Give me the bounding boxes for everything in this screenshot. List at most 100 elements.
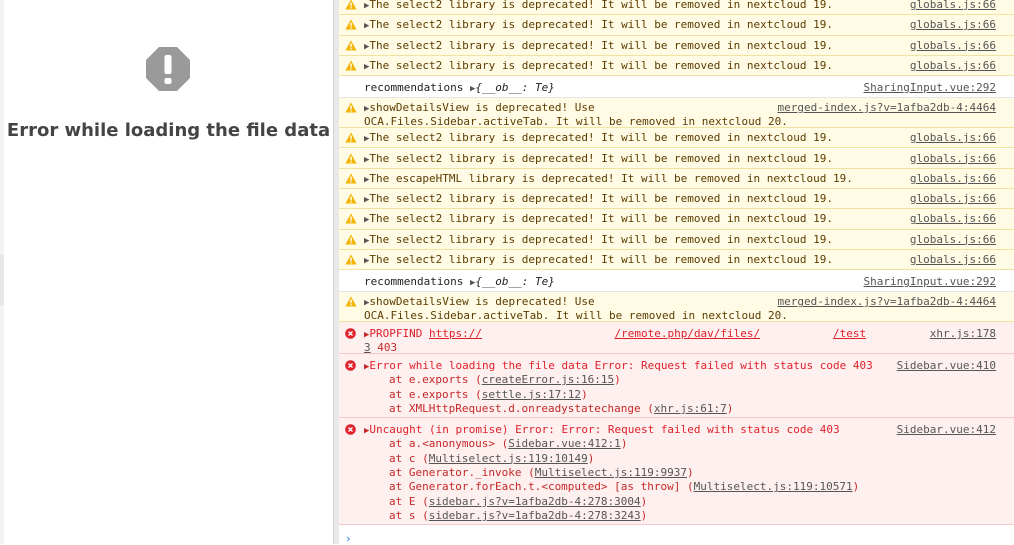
stack-frame-end: ) — [687, 466, 694, 480]
stack-frame-end: ) — [726, 402, 734, 416]
error-circle-icon — [345, 360, 356, 372]
warning-triangle-icon — [345, 254, 357, 265]
console-message: ▶Uncaught (in promise) Error: Error: Req… — [364, 423, 840, 438]
stack-frame-link[interactable]: createError.js:16:15 — [482, 373, 614, 386]
message-text: The select2 library is deprecated! It wi… — [369, 18, 834, 32]
message-text: showDetailsView is deprecated! Use — [369, 295, 595, 309]
file-sidebar-panel: Error while loading the file data — [0, 0, 333, 544]
stack-frame-end: ) — [620, 437, 628, 451]
stack-frame-text: at a.<anonymous> ( — [389, 437, 509, 451]
source-link[interactable]: globals.js:66 — [910, 59, 996, 73]
stack-frame-link[interactable]: sidebar.js?v=1afba2db-4:278:3004 — [429, 495, 641, 508]
stack-frame-end: ) — [852, 480, 860, 494]
stack-frame-end: ) — [581, 387, 588, 401]
console-warning-row: ▶The select2 library is deprecated! It w… — [339, 189, 1014, 210]
warning-triangle-icon — [345, 173, 357, 184]
message-text: The escapeHTML library is deprecated! It… — [369, 171, 853, 185]
log-label: recommendations — [364, 81, 470, 95]
source-link[interactable]: globals.js:66 — [910, 131, 996, 145]
console-prompt[interactable]: › — [339, 532, 1014, 545]
stack-frame-end: ) — [587, 451, 595, 465]
warning-triangle-icon — [345, 193, 357, 204]
console-message: ▶The select2 library is deprecated! It w… — [364, 18, 833, 33]
message-text: The select2 library is deprecated! It wi… — [369, 232, 834, 246]
source-link-continuation[interactable]: 3 — [364, 341, 371, 354]
source-link[interactable]: globals.js:66 — [910, 212, 996, 226]
source-link[interactable]: Sidebar.vue:412 — [897, 423, 996, 437]
stack-frame: at Generator.forEach.t.<computed> [as th… — [389, 480, 859, 494]
stack-frame-text: at c ( — [389, 451, 429, 465]
message-text: The select2 library is deprecated! It wi… — [369, 151, 834, 165]
http-method: PROPFIND — [369, 327, 430, 341]
console-log-row: recommendations ▶{__ob__: Te} SharingInpu… — [339, 76, 1014, 99]
source-link[interactable]: globals.js:66 — [910, 0, 996, 12]
source-link[interactable]: xhr.js:178 — [930, 327, 996, 341]
warning-triangle-icon — [345, 132, 357, 143]
status-line: 3 403 — [364, 341, 397, 355]
request-url-start[interactable]: https:// — [429, 327, 482, 340]
console-warning-row: ▶The select2 library is deprecated! It w… — [339, 55, 1014, 77]
prompt-caret-icon: › — [345, 532, 352, 545]
message-text: The select2 library is deprecated! It wi… — [369, 253, 834, 266]
source-link[interactable]: SharingInput.vue:292 — [864, 275, 996, 289]
console-error-row: ▶Uncaught (in promise) Error: Error: Req… — [339, 418, 1014, 526]
message-text: The select2 library is deprecated! It wi… — [369, 131, 834, 145]
object-preview[interactable]: {__ob__: Te} — [475, 81, 554, 94]
stack-frame: at a.<anonymous> (Sidebar.vue:412:1) — [389, 437, 627, 451]
stack-frame-end: ) — [640, 509, 648, 523]
stack-frame-link[interactable]: Multiselect.js:119:9937 — [535, 466, 687, 479]
source-link[interactable]: globals.js:66 — [910, 192, 996, 206]
stack-frame-text: at E ( — [389, 494, 429, 508]
console-message: ▶The select2 library is deprecated! It w… — [364, 39, 833, 54]
source-link[interactable]: globals.js:66 — [910, 18, 996, 32]
warning-triangle-icon — [345, 19, 357, 30]
console-warning-row: ▶The select2 library is deprecated! It w… — [339, 209, 1014, 230]
warning-triangle-icon — [345, 153, 357, 164]
source-link[interactable]: globals.js:66 — [910, 152, 996, 166]
console-message: ▶PROPFIND https:// /remote.php/dav/files… — [364, 327, 866, 342]
console-warning-row: ▶The escapeHTML library is deprecated! I… — [339, 168, 1014, 190]
stack-frame-link[interactable]: sidebar.js?v=1afba2db-4:278:3243 — [429, 509, 641, 522]
stack-frame-text: at Generator.forEach.t.<computed> [as th… — [389, 480, 694, 494]
source-link[interactable]: globals.js:66 — [910, 253, 996, 267]
console-message: ▶showDetailsView is deprecated! Use — [364, 101, 595, 116]
console-message: ▶The select2 library is deprecated! It w… — [364, 212, 833, 227]
source-link[interactable]: globals.js:66 — [910, 172, 996, 186]
stack-frame-text: at e.exports ( — [389, 373, 482, 387]
source-link[interactable]: SharingInput.vue:292 — [864, 81, 996, 95]
stack-frame-link[interactable]: settle.js:17:12 — [482, 388, 581, 401]
console-message: ▶The select2 library is deprecated! It w… — [364, 0, 833, 13]
stack-frame-text: at XMLHttpRequest.d.onreadystatechange ( — [389, 402, 654, 416]
console-warning-row: ▶showDetailsView is deprecated! Use OCA.F… — [339, 292, 1014, 323]
message-continuation: OCA.Files.Sidebar.activeTab. It will be … — [364, 115, 788, 129]
warning-triangle-icon — [345, 0, 357, 10]
stack-frame-link[interactable]: Multiselect.js:119:10149 — [429, 452, 588, 465]
source-link[interactable]: merged-index.js?v=1afba2db-4:4464 — [777, 295, 996, 309]
console-message: ▶The select2 library is deprecated! It w… — [364, 59, 833, 74]
source-link[interactable]: globals.js:66 — [910, 233, 996, 247]
request-url-path[interactable]: /remote.php/dav/files/ — [614, 327, 760, 340]
console-message: recommendations ▶{__ob__: Te} — [364, 81, 555, 96]
console-message: ▶Error while loading the file data Error… — [364, 359, 873, 374]
stack-frame: at E (sidebar.js?v=1afba2db-4:278:3004) — [389, 495, 647, 509]
stack-frame-link[interactable]: Multiselect.js:119:10571 — [694, 480, 853, 493]
console-error-row: ▶PROPFIND https:// /remote.php/dav/files… — [339, 322, 1014, 355]
object-preview[interactable]: {__ob__: Te} — [475, 275, 554, 288]
warning-triangle-icon — [345, 296, 357, 307]
source-link[interactable]: merged-index.js?v=1afba2db-4:4464 — [777, 101, 996, 115]
message-text: The select2 library is deprecated! It wi… — [369, 58, 834, 72]
console-message: ▶The select2 library is deprecated! It w… — [364, 253, 833, 268]
stack-frame: at s (sidebar.js?v=1afba2db-4:278:3243) — [389, 509, 647, 523]
warning-triangle-icon — [345, 40, 357, 51]
error-circle-icon — [345, 424, 356, 436]
message-text: The select2 library is deprecated! It wi… — [369, 212, 834, 226]
stack-frame-link[interactable]: Sidebar.vue:412:1 — [508, 437, 621, 450]
source-link[interactable]: globals.js:66 — [910, 39, 996, 53]
stack-frame-link[interactable]: xhr.js:61:7 — [654, 402, 727, 415]
request-url-end[interactable]: /test — [833, 327, 866, 340]
source-link[interactable]: Sidebar.vue:410 — [897, 359, 996, 373]
console-error-row: ▶Error while loading the file data Error… — [339, 354, 1014, 419]
error-text: Uncaught (in promise) Error: Error: Requ… — [369, 423, 840, 437]
message-text: showDetailsView is deprecated! Use — [369, 101, 595, 115]
console-warning-row: ▶The select2 library is deprecated! It w… — [339, 0, 1014, 16]
